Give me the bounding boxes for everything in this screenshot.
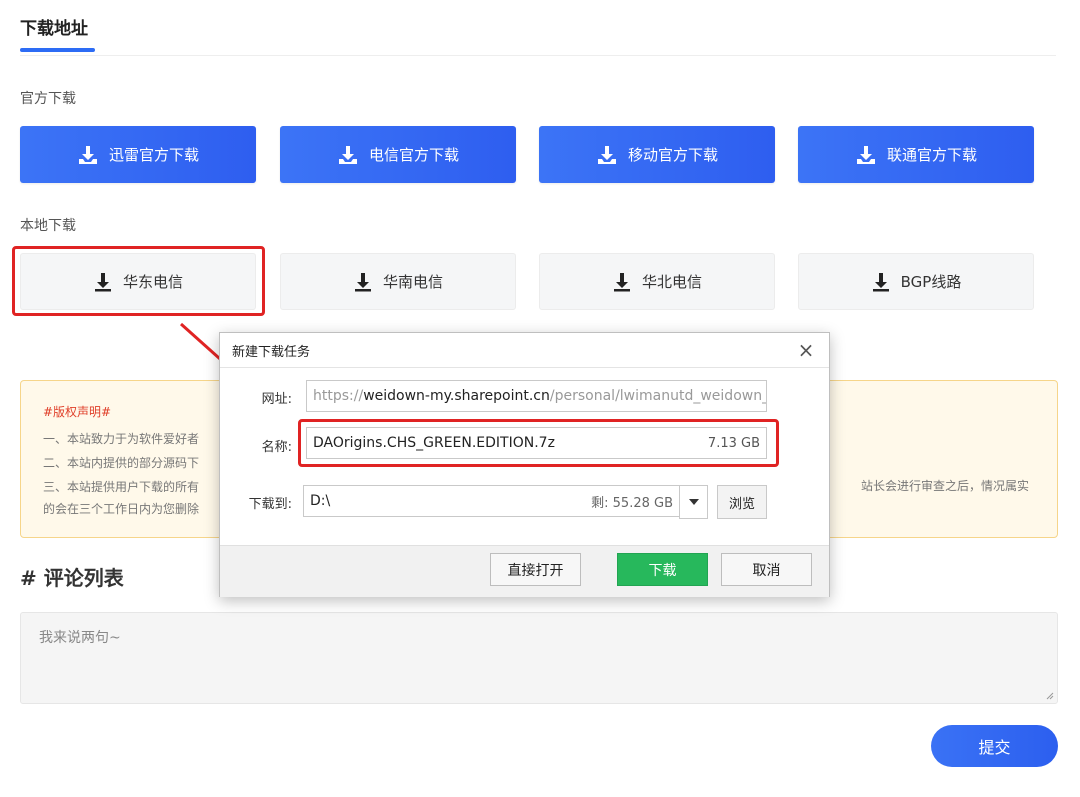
page-tab-download[interactable]: 下载地址 (20, 14, 88, 39)
browse-button[interactable]: 浏览 (717, 485, 767, 519)
east-telecom-highlight (12, 246, 265, 316)
download-tray-icon (597, 145, 616, 164)
open-directly-button[interactable]: 直接打开 (490, 553, 581, 586)
file-name-highlight (298, 419, 779, 467)
comment-list-heading: # 评论列表 (20, 566, 124, 590)
resize-grip-icon[interactable] (1044, 690, 1054, 700)
notice-line-2: 二、本站内提供的部分源码下 (43, 456, 200, 470)
submit-comment-button[interactable]: 提交 (931, 725, 1058, 767)
bgp-download-button[interactable]: BGP线路 (798, 253, 1034, 310)
dialog-header-divider (220, 367, 829, 368)
download-tray-icon (856, 145, 875, 164)
notice-line-3: 三、本站提供用户下载的所有 (43, 480, 200, 494)
notice-line-4: 的会在三个工作日内为您删除 (43, 502, 200, 516)
unicom-official-download-button[interactable]: 联通官方下载 (798, 126, 1034, 183)
xunlei-download-label: 迅雷官方下载 (108, 146, 199, 164)
url-field[interactable]: https://weidown-my.sharepoint.cn/persona… (306, 380, 767, 412)
unicom-official-download-label: 联通官方下载 (886, 146, 977, 164)
download-tray-icon (338, 145, 357, 164)
name-label: 名称: (261, 440, 292, 455)
xunlei-download-button[interactable]: 迅雷官方下载 (20, 126, 256, 183)
dialog-title: 新建下载任务 (232, 345, 311, 360)
cancel-button[interactable]: 取消 (721, 553, 812, 586)
local-download-label: 本地下载 (20, 218, 76, 234)
download-arrow-icon (613, 272, 630, 291)
south-telecom-download-button[interactable]: 华南电信 (280, 253, 516, 310)
url-path: /personal/lwimanutd_weidown_pa (549, 388, 767, 404)
comment-placeholder: 我来说两句~ (39, 630, 121, 646)
telecom-official-download-label: 电信官方下载 (368, 146, 459, 164)
north-telecom-download-button[interactable]: 华北电信 (539, 253, 775, 310)
path-dropdown-button[interactable] (679, 485, 708, 519)
notice-title: #版权声明# (43, 405, 112, 419)
header-divider (20, 55, 1056, 56)
url-domain: weidown-my.sharepoint.cn (363, 388, 550, 404)
download-arrow-icon (872, 272, 889, 291)
telecom-official-download-button[interactable]: 电信官方下载 (280, 126, 516, 183)
download-tray-icon (78, 145, 97, 164)
download-button[interactable]: 下载 (617, 553, 708, 586)
chevron-down-icon (688, 499, 699, 505)
tab-active-indicator (20, 48, 95, 52)
download-arrow-icon (354, 272, 371, 291)
mobile-official-download-button[interactable]: 移动官方下载 (539, 126, 775, 183)
close-icon[interactable]: × (795, 338, 817, 362)
bgp-label: BGP线路 (900, 273, 962, 291)
south-telecom-label: 华南电信 (382, 273, 443, 291)
north-telecom-label: 华北电信 (641, 273, 702, 291)
free-space: 剩: 55.28 GB (591, 495, 673, 511)
save-path-field[interactable]: D:\ 剩: 55.28 GB (303, 485, 680, 517)
notice-line-3-tail: 站长会进行审查之后，情况属实 (860, 479, 1029, 493)
official-download-label: 官方下载 (20, 91, 76, 107)
comment-textarea[interactable]: 我来说两句~ (20, 612, 1058, 704)
url-scheme: https:// (313, 388, 364, 404)
mobile-official-download-label: 移动官方下载 (627, 146, 718, 164)
notice-line-1: 一、本站致力于为软件爱好者 (43, 432, 200, 446)
new-download-dialog: 新建下载任务 × 网址: https://weidown-my.sharepoi… (219, 332, 830, 597)
url-label: 网址: (261, 392, 292, 407)
save-to-label: 下载到: (248, 497, 292, 512)
save-path-value: D:\ (310, 493, 331, 509)
